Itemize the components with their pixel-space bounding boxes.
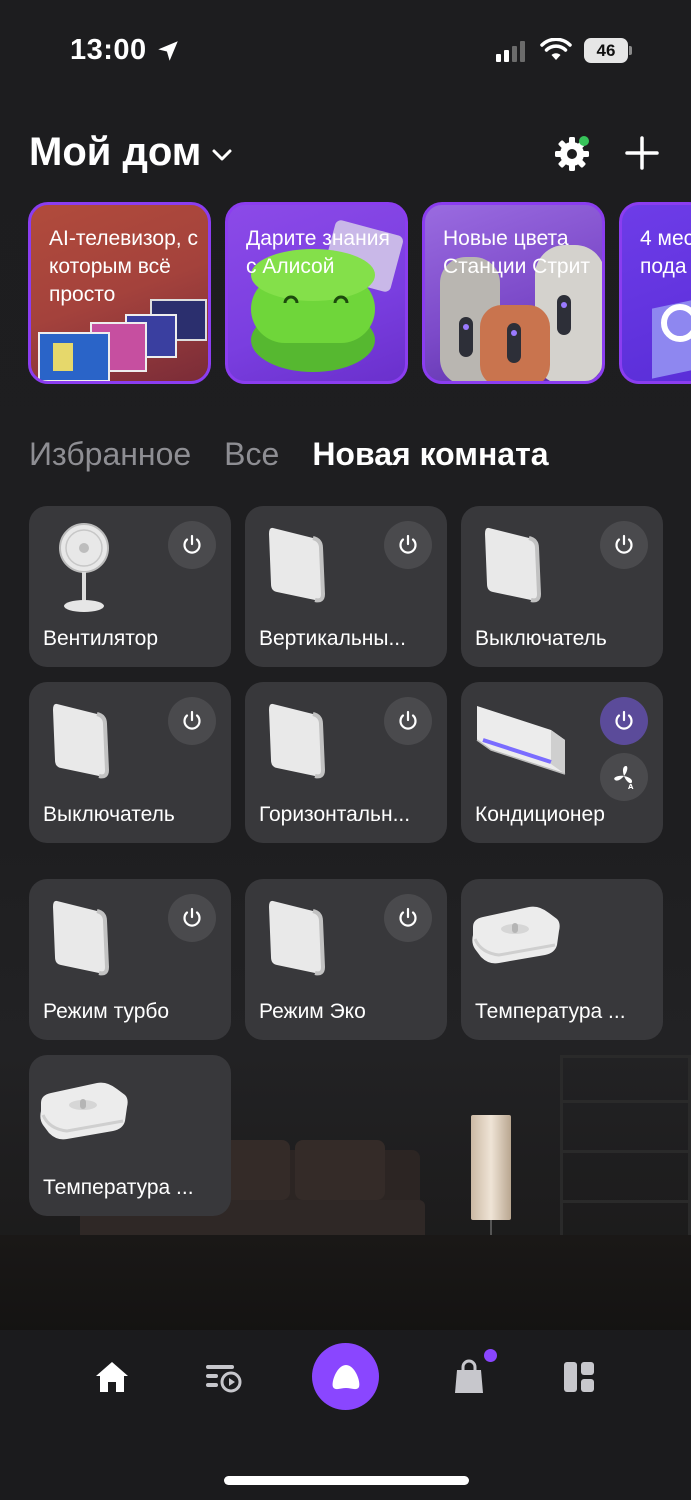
device-tile-switch[interactable]: Режим турбо xyxy=(29,879,231,1040)
power-icon xyxy=(183,710,201,730)
home-icon xyxy=(96,1362,128,1392)
power-icon xyxy=(399,710,417,730)
device-tile-fan[interactable]: Вентилятор xyxy=(29,506,231,667)
home-indicator[interactable] xyxy=(224,1476,469,1485)
device-name: Вентилятор xyxy=(43,627,158,650)
device-tile-switch[interactable]: Горизонтальн... xyxy=(245,682,447,843)
power-icon xyxy=(183,907,201,927)
battery-tip xyxy=(629,46,632,55)
switch-icon xyxy=(53,703,110,779)
status-time: 13:00 xyxy=(70,34,147,66)
power-button[interactable] xyxy=(168,521,216,569)
shelf-row xyxy=(560,1100,691,1103)
location-arrow-icon xyxy=(158,41,178,61)
device-name: Вертикальны... xyxy=(259,627,406,650)
power-icon xyxy=(183,534,201,554)
stories-carousel[interactable]: AI-телевизор, с которым всё просто Дарит… xyxy=(28,202,691,384)
shelf-row xyxy=(560,1150,691,1153)
story-card[interactable]: AI-телевизор, с которым всё просто xyxy=(28,202,211,384)
device-name: Горизонтальн... xyxy=(259,803,411,826)
device-name: Режим Эко xyxy=(259,1000,366,1023)
media-playlist-icon xyxy=(206,1365,242,1393)
shopping-bag-icon xyxy=(455,1359,483,1393)
tab-all[interactable]: Все xyxy=(224,436,279,473)
cellular-signal-icon xyxy=(496,40,525,62)
status-bar: 13:00 46 xyxy=(0,0,691,100)
temperature-sensor-icon xyxy=(40,1082,128,1140)
device-tile-switch[interactable]: Выключатель xyxy=(461,506,663,667)
floor-lamp-decor xyxy=(471,1115,511,1220)
device-name: Выключатель xyxy=(475,627,607,650)
power-button[interactable] xyxy=(168,894,216,942)
switch-icon xyxy=(269,900,326,976)
air-conditioner-icon xyxy=(476,706,566,775)
device-name: Температура ... xyxy=(475,1000,626,1023)
nav-media[interactable] xyxy=(200,1355,244,1399)
fan-icon xyxy=(59,523,109,612)
nav-dashboard[interactable] xyxy=(557,1355,601,1399)
power-button[interactable] xyxy=(600,697,648,745)
nav-home[interactable] xyxy=(90,1355,134,1399)
power-button[interactable] xyxy=(384,894,432,942)
room-tabs: Избранное Все Новая комната xyxy=(29,436,549,473)
story-card[interactable]: 4 мес пода xyxy=(619,202,691,384)
power-button[interactable] xyxy=(384,521,432,569)
story-text: Новые цвета Станции Стрит xyxy=(443,227,590,278)
power-icon xyxy=(399,907,417,927)
story-text: AI-телевизор, с которым всё просто xyxy=(49,227,198,306)
add-plus-icon[interactable] xyxy=(623,134,661,172)
shelf-row xyxy=(560,1200,691,1203)
switch-icon xyxy=(53,900,110,976)
switch-icon xyxy=(269,703,326,779)
story-text: Дарите знания с Алисой xyxy=(246,227,390,278)
temperature-sensor-icon xyxy=(472,906,560,964)
svg-text:A: A xyxy=(628,783,634,790)
power-button[interactable] xyxy=(168,697,216,745)
power-icon xyxy=(399,534,417,554)
nav-shop[interactable] xyxy=(447,1355,491,1399)
story-card[interactable]: Дарите знания с Алисой xyxy=(225,202,408,384)
dashboard-icon xyxy=(564,1362,594,1392)
device-tile-switch[interactable]: Вертикальны... xyxy=(245,506,447,667)
power-button[interactable] xyxy=(384,697,432,745)
fan-speed-auto-icon: A xyxy=(614,766,634,790)
device-tile-temperature-sensor[interactable]: Температура ... xyxy=(29,1055,231,1216)
power-button[interactable] xyxy=(600,521,648,569)
tab-new-room[interactable]: Новая комната xyxy=(312,436,548,473)
device-tile-air-conditioner[interactable]: A Кондиционер xyxy=(461,682,663,843)
home-selector[interactable]: Мой дом xyxy=(29,130,233,175)
device-name: Температура ... xyxy=(43,1176,194,1199)
device-name: Режим турбо xyxy=(43,1000,170,1023)
device-tile-switch[interactable]: Выключатель xyxy=(29,682,231,843)
device-tile-switch[interactable]: Режим Эко xyxy=(245,879,447,1040)
notification-dot xyxy=(579,136,589,146)
wifi-icon xyxy=(540,38,572,60)
device-name: Кондиционер xyxy=(475,803,605,826)
fan-speed-button[interactable]: A xyxy=(600,753,648,801)
shop-notification-dot xyxy=(484,1349,497,1362)
sofa-cushion xyxy=(295,1140,385,1200)
story-text: 4 мес пода xyxy=(640,227,691,278)
chevron-down-icon xyxy=(212,149,232,160)
tab-favorites[interactable]: Избранное xyxy=(29,436,191,473)
alice-voice-button[interactable] xyxy=(312,1343,379,1410)
device-name: Выключатель xyxy=(43,803,175,826)
switch-icon xyxy=(485,527,542,603)
story-card[interactable]: Новые цвета Станции Стрит xyxy=(422,202,605,384)
device-tile-temperature-sensor[interactable]: Температура ... xyxy=(461,879,663,1040)
floor-decor xyxy=(0,1235,691,1335)
switch-icon xyxy=(269,527,326,603)
page-title: Мой дом xyxy=(29,130,202,174)
power-icon xyxy=(615,534,633,554)
battery-indicator: 46 xyxy=(584,38,628,63)
alice-icon xyxy=(332,1364,359,1389)
power-icon xyxy=(615,710,633,730)
shelf-decor xyxy=(560,1055,691,1255)
